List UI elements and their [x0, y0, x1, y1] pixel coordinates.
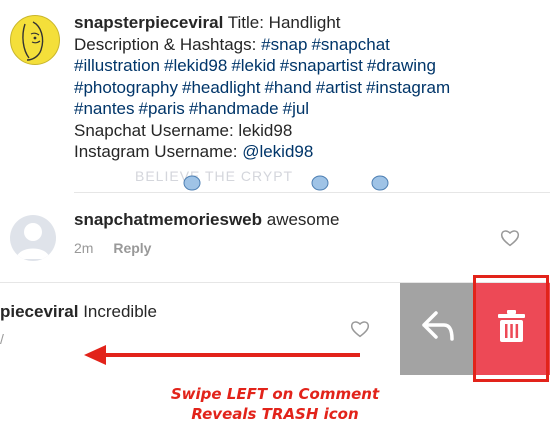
comment-meta: 2m Reply	[74, 240, 151, 256]
post-username[interactable]: snapsterpieceviral	[74, 13, 223, 32]
hashtag[interactable]: #artist	[316, 78, 362, 97]
watermark-droplets	[183, 175, 389, 191]
instagram-label: Instagram Username:	[74, 142, 238, 161]
snapchat-username-line: Snapchat Username: lekid98	[74, 120, 293, 140]
hashtag[interactable]: #snapartist	[280, 56, 363, 75]
hashtag[interactable]: #lekid	[231, 56, 275, 75]
post-author-avatar[interactable]	[10, 15, 60, 65]
hashtag[interactable]: #nantes	[74, 99, 135, 118]
hashtag[interactable]: #snap	[261, 35, 307, 54]
hashtag[interactable]: #lekid98	[164, 56, 227, 75]
divider	[74, 192, 550, 193]
description-label: Description & Hashtags:	[74, 34, 257, 54]
annotation-line2: Reveals TRASH icon	[191, 405, 359, 423]
highlight-box	[473, 275, 549, 382]
comment-text: snapchatmemoriesweb awesome	[74, 210, 340, 230]
hashtag[interactable]: #instagram	[366, 78, 450, 97]
instagram-handle-link[interactable]: @lekid98	[242, 142, 313, 161]
heart-icon[interactable]	[350, 320, 370, 338]
post-title: Title: Handlight	[227, 13, 341, 32]
reply-button[interactable]: Reply	[113, 240, 151, 256]
comment-username[interactable]: snapchatmemoriesweb	[74, 210, 262, 229]
comment-username[interactable]: pieceviral	[0, 302, 78, 321]
hashtag[interactable]: #jul	[283, 99, 309, 118]
comment-text: pieceviral Incredible	[0, 302, 157, 322]
reply-arrow-icon	[422, 311, 454, 341]
swipe-left-arrow-icon	[84, 345, 360, 365]
annotation-text: Swipe LEFT on Comment Reveals TRASH icon	[100, 384, 450, 424]
hashtag[interactable]: #hand	[264, 78, 311, 97]
commenter-avatar[interactable]	[10, 215, 56, 261]
hashtag[interactable]: #photography	[74, 78, 178, 97]
reply-action-button[interactable]	[400, 283, 474, 375]
hashtag[interactable]: #snapchat	[311, 35, 389, 54]
hashtag[interactable]: #illustration	[74, 56, 160, 75]
heart-icon[interactable]	[500, 229, 520, 247]
hashtag[interactable]: #headlight	[182, 78, 260, 97]
annotation-line1: Swipe LEFT on Comment	[170, 385, 380, 403]
comment-meta: /	[0, 331, 4, 347]
hashtag[interactable]: #drawing	[367, 56, 436, 75]
hashtag[interactable]: #handmade	[189, 99, 279, 118]
post-caption: snapsterpieceviral Title: Handlight Desc…	[74, 12, 544, 163]
hashtag[interactable]: #paris	[139, 99, 185, 118]
comment-body: Incredible	[83, 302, 157, 321]
comment-time: 2m	[74, 240, 94, 256]
comment-body: awesome	[266, 210, 340, 229]
